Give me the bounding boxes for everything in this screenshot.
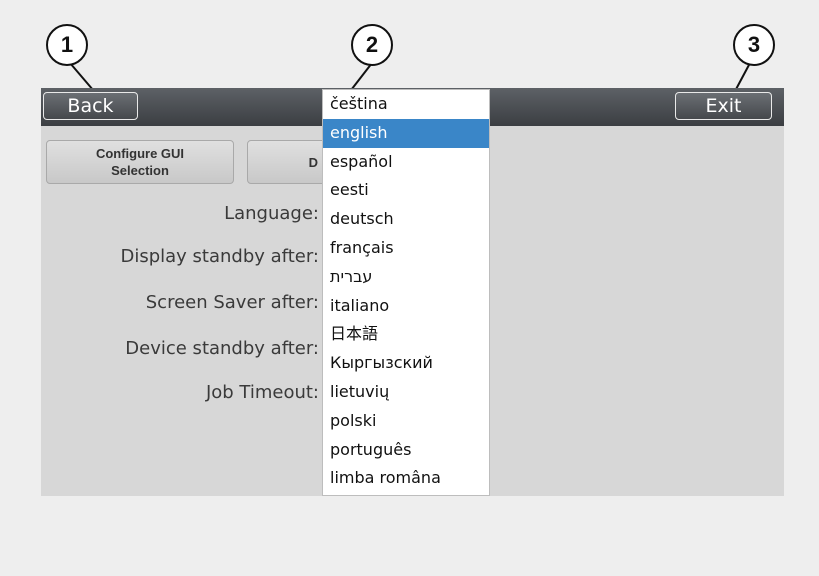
language-option[interactable]: Кыргызский — [323, 349, 489, 378]
language-option[interactable]: eesti — [323, 176, 489, 205]
language-option[interactable]: עברית — [323, 263, 489, 292]
language-option[interactable]: polski — [323, 407, 489, 436]
language-option[interactable]: deutsch — [323, 205, 489, 234]
back-button[interactable]: Back — [43, 92, 138, 120]
exit-button[interactable]: Exit — [675, 92, 772, 120]
language-option-selected[interactable]: english — [323, 118, 489, 148]
language-label: Language: — [224, 203, 319, 224]
job-timeout-label: Job Timeout: — [205, 382, 319, 403]
language-option[interactable]: italiano — [323, 292, 489, 321]
tab-configure-gui-selection[interactable]: Configure GUI Selection — [46, 140, 234, 184]
language-option[interactable]: lietuvių — [323, 378, 489, 407]
language-option[interactable]: čeština — [323, 90, 489, 119]
language-option[interactable]: limba româna — [323, 464, 489, 493]
tab-display[interactable]: D — [247, 140, 327, 184]
device-standby-label: Device standby after: — [125, 338, 319, 359]
language-option[interactable]: español — [323, 148, 489, 177]
callout-3: 3 — [733, 24, 775, 66]
language-option[interactable]: português — [323, 436, 489, 465]
callout-1: 1 — [46, 24, 88, 66]
language-option[interactable]: 日本語 — [323, 320, 489, 349]
screen-saver-label: Screen Saver after: — [145, 292, 319, 313]
language-option[interactable]: français — [323, 234, 489, 263]
callout-2: 2 — [351, 24, 393, 66]
display-standby-label: Display standby after: — [120, 246, 319, 267]
figure: Back Exit Configure GUI Selection D Lang… — [0, 0, 819, 576]
language-dropdown-list[interactable]: čeština english español eesti deutsch fr… — [322, 89, 490, 496]
